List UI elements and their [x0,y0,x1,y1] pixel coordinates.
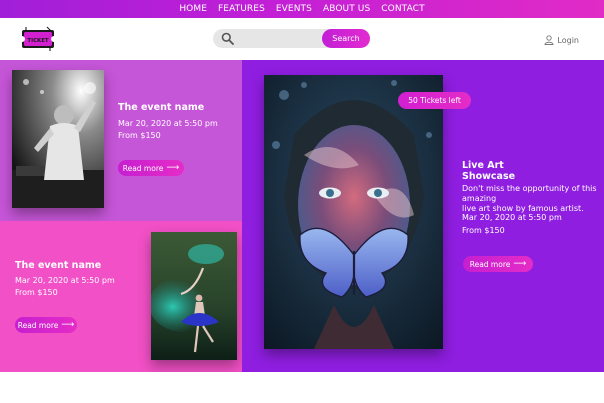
dj-performer-photo [12,70,104,208]
event-2-date: Mar 20, 2020 at 5:50 pm [15,276,115,285]
painted-face-butterfly-photo [264,75,443,349]
nav-home[interactable]: HOME [179,4,207,14]
event-1-date: Mar 20, 2020 at 5:50 pm [118,119,218,128]
event-1-read-more-label: Read more [122,163,164,173]
featured-price: From $150 [462,226,505,235]
event-2-read-more-label: Read more [17,320,59,330]
featured-desc-line-2: amazing [462,194,497,203]
nav-features[interactable]: FEATURES [218,4,265,14]
featured-description: Don't miss the opportunity of this amazi… [462,184,597,214]
nav-contact[interactable]: CONTACT [381,4,424,14]
top-nav: HOME FEATURES EVENTS ABOUT US CONTACT [0,0,604,18]
event-2-title: The event name [15,260,102,271]
featured-title: Live Art Showcase [462,160,515,182]
logo-lettering: TICKET [27,38,48,44]
arrow-right-icon: ⟶ [61,319,75,330]
event-2-price: From $150 [15,288,58,297]
featured-date: Mar 20, 2020 at 5:50 pm [462,213,562,222]
dancer-photo [151,232,237,360]
search-input[interactable] [237,31,317,46]
search-bar: Search [213,29,370,48]
event-1-price: From $150 [118,131,161,140]
search-icon [221,32,234,45]
featured-title-line-2: Showcase [462,171,516,182]
featured-desc-line-1: Don't miss the opportunity of this [462,184,597,193]
page: HOME FEATURES EVENTS ABOUT US CONTACT TI… [0,0,604,403]
ticket-logo[interactable]: TICKET [21,26,55,52]
event-1-read-more-button[interactable]: Read more ⟶ [118,160,184,176]
footer [0,372,604,403]
nav-about-us[interactable]: ABOUT US [323,4,370,14]
arrow-right-icon: ⟶ [166,162,180,173]
nav-events[interactable]: EVENTS [276,4,312,14]
featured-read-more-button[interactable]: Read more ⟶ [463,256,533,272]
user-icon [544,35,554,45]
event-2-read-more-button[interactable]: Read more ⟶ [15,317,77,333]
event-1-title: The event name [118,102,205,113]
arrow-right-icon: ⟶ [513,258,527,269]
login-label: Login [557,35,579,45]
featured-title-line-1: Live Art [462,160,504,171]
header: TICKET Search Login [0,18,604,60]
login-link[interactable]: Login [544,35,579,45]
tickets-left-badge: 50 Tickets left [398,92,471,109]
featured-read-more-label: Read more [469,259,511,269]
search-button[interactable]: Search [322,29,370,48]
